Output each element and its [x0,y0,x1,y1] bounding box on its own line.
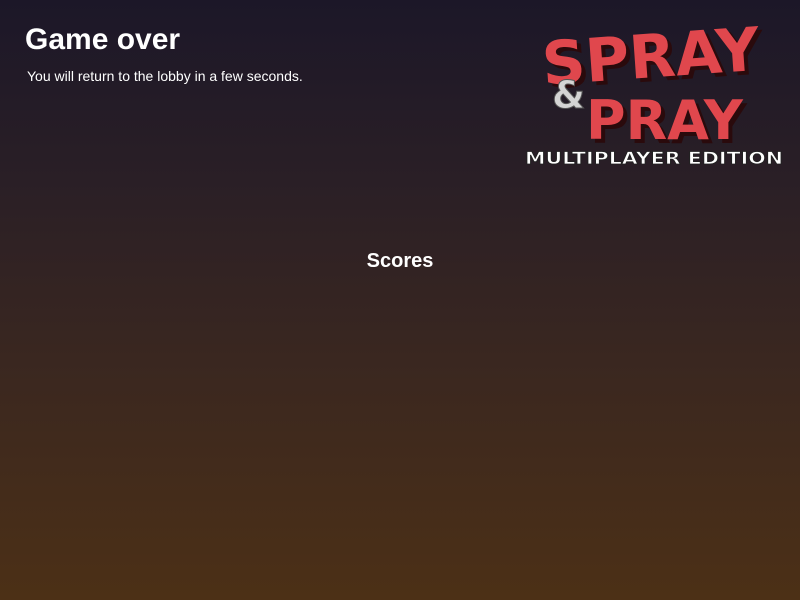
logo-line2: PRAY [586,89,744,152]
game-logo: SPRAY SPRAY & PRAY PRAY MULTIPLAYER EDIT… [525,15,784,170]
logo-ampersand: & [552,73,585,117]
scores-heading: Scores [366,250,434,272]
game-over-header: Game over You will return to the lobby i… [25,20,303,84]
return-message: You will return to the lobby in a few se… [27,68,303,84]
logo-edition: MULTIPLAYER EDITION [525,149,783,169]
page-title: Game over [25,23,181,56]
